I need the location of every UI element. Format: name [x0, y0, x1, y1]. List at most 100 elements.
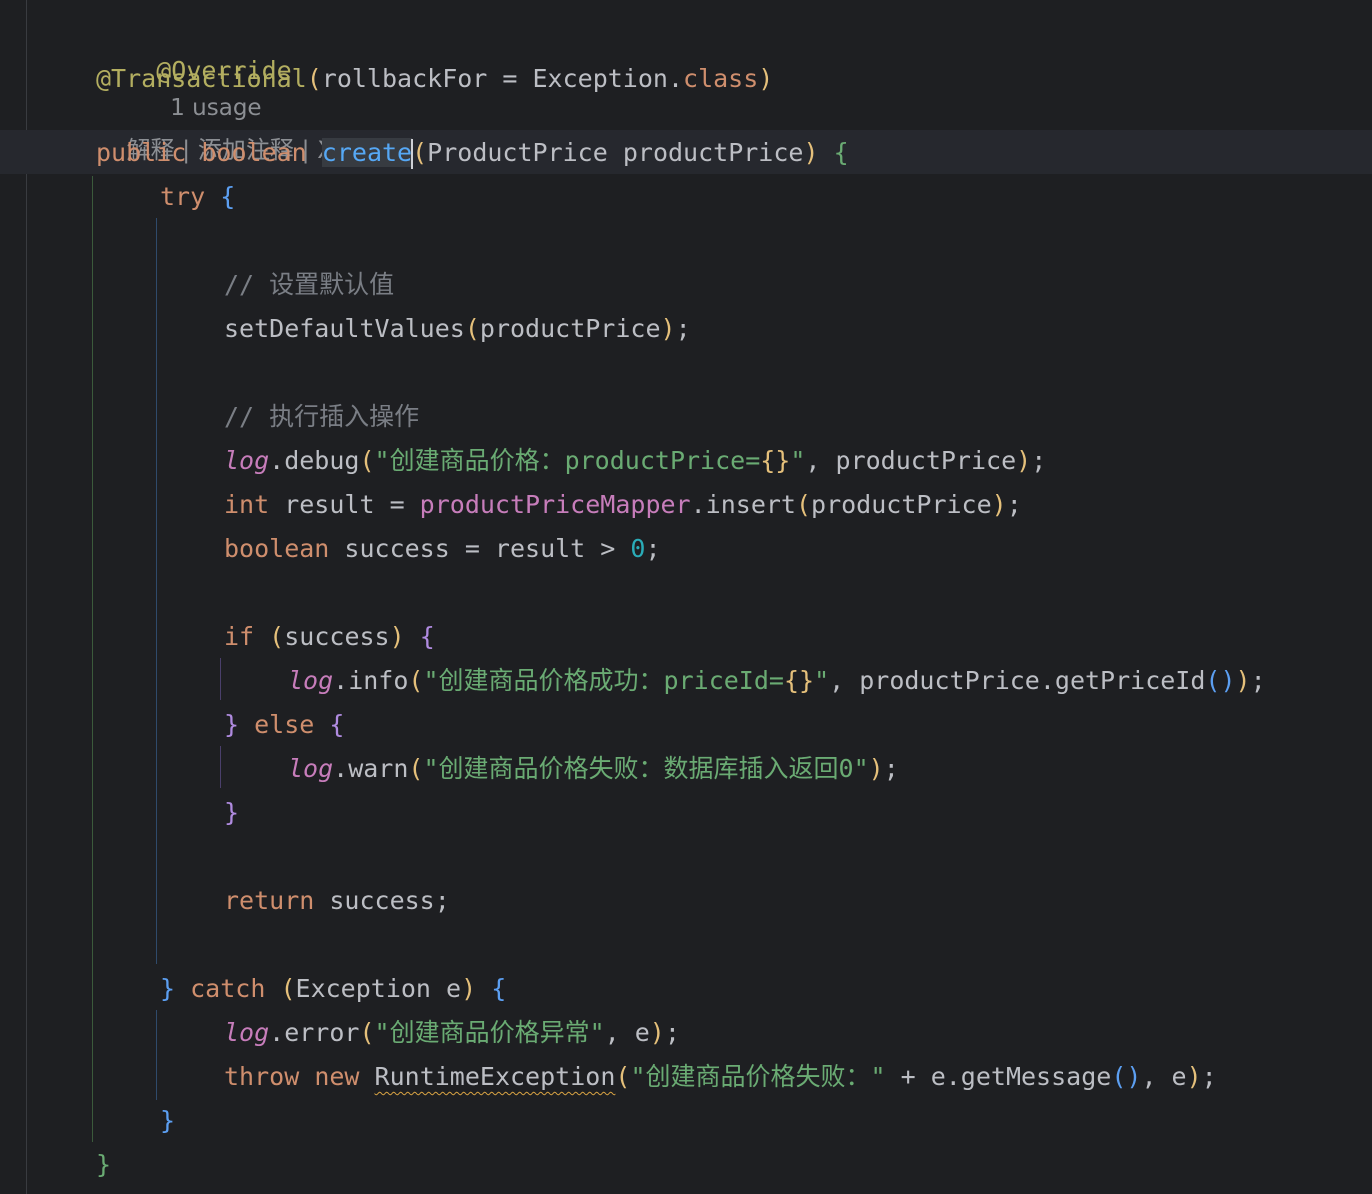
code-line-try[interactable]: try {: [160, 179, 235, 215]
keyword-catch: catch: [190, 974, 266, 1003]
paren: ): [758, 64, 774, 93]
code-line-comment-default[interactable]: // 设置默认值: [224, 267, 394, 303]
paren: ): [660, 314, 676, 343]
comment: // 执行插入操作: [224, 402, 420, 431]
code-line-override[interactable]: @Override 1 usage: [96, 17, 291, 121]
code-line-set-default[interactable]: setDefaultValues(productPrice);: [224, 311, 691, 347]
paren: (: [280, 974, 296, 1003]
condition: success: [284, 622, 390, 651]
argument: , productPrice: [805, 446, 1017, 475]
paren: ): [803, 138, 819, 167]
keyword-new: new: [314, 1062, 360, 1091]
semicolon: ;: [664, 1018, 680, 1047]
keyword-public: public: [96, 138, 187, 167]
semicolon: ;: [1031, 446, 1047, 475]
placeholder-braces: {}: [783, 666, 815, 695]
indent-guide-if: [220, 658, 221, 700]
paren: (: [412, 138, 428, 167]
ai-code-hint[interactable]: 解释 | 添加注释 | X: [96, 96, 334, 164]
method-call: .error: [269, 1018, 360, 1047]
string-literal: "创建商品价格异常": [374, 1018, 605, 1047]
annotation-transactional: @Transactional: [96, 64, 307, 93]
paren: ): [1235, 666, 1251, 695]
brace: }: [224, 710, 240, 739]
paren: (): [1111, 1062, 1142, 1091]
method-call: .debug: [269, 446, 360, 475]
expression: success = result >: [329, 534, 631, 563]
paren: (: [615, 1062, 631, 1091]
code-line-success[interactable]: boolean success = result > 0;: [224, 531, 661, 567]
code-line-close-method[interactable]: }: [96, 1147, 111, 1183]
brace: {: [833, 138, 849, 167]
indent-guide-else: [220, 746, 221, 788]
expression: + e.getMessage: [885, 1062, 1112, 1091]
method-call: setDefaultValues: [224, 314, 465, 343]
argument: , productPrice.getPriceId: [829, 666, 1206, 695]
semicolon: ;: [1201, 1062, 1217, 1091]
code-line-return[interactable]: return success;: [224, 883, 450, 919]
method-call: .warn: [333, 754, 409, 783]
log-field: log: [288, 666, 334, 695]
brace: }: [96, 1150, 112, 1179]
keyword-try: try: [160, 182, 206, 211]
code-line-close-catch[interactable]: }: [160, 1103, 175, 1139]
keyword-return: return: [224, 886, 315, 915]
keyword-throw: throw: [224, 1062, 300, 1091]
keyword-int: int: [224, 490, 270, 519]
placeholder-braces: {}: [760, 446, 791, 475]
indent-guide-method: [92, 176, 93, 1142]
code-editor[interactable]: @Override 1 usage @Transactional(rollbac…: [0, 0, 1372, 1194]
number-literal: 0: [630, 534, 646, 563]
code-line-comment-insert[interactable]: // 执行插入操作: [224, 399, 419, 435]
string-literal: "创建商品价格成功：priceId=: [423, 666, 784, 695]
code-line-else[interactable]: } else {: [224, 707, 344, 743]
catch-params: Exception e: [295, 974, 462, 1003]
semicolon: ;: [675, 314, 691, 343]
code-line-if[interactable]: if (success) {: [224, 619, 435, 655]
keyword-boolean: boolean: [201, 138, 307, 167]
code-line-throw[interactable]: throw new RuntimeException("创建商品价格失败：" +…: [224, 1059, 1217, 1095]
keyword-boolean: boolean: [224, 534, 330, 563]
argument: productPrice: [479, 314, 661, 343]
method-call: .insert: [690, 490, 796, 519]
semicolon: ;: [883, 754, 899, 783]
brace: {: [491, 974, 507, 1003]
paren: (: [359, 446, 375, 475]
paren: ): [389, 622, 405, 651]
paren: (: [408, 754, 424, 783]
mapper-field: productPriceMapper: [419, 490, 691, 519]
log-field: log: [224, 1018, 270, 1047]
code-line-log-warn[interactable]: log.warn("创建商品价格失败：数据库插入返回0");: [288, 751, 899, 787]
paren: (: [269, 622, 285, 651]
semicolon: ;: [645, 534, 661, 563]
code-line-catch[interactable]: } catch (Exception e) {: [160, 971, 506, 1007]
code-line-log-debug[interactable]: log.debug("创建商品价格：productPrice={}", prod…: [224, 443, 1046, 479]
argument: productPrice: [811, 490, 992, 519]
paren: ): [461, 974, 477, 1003]
runtime-exception-class[interactable]: RuntimeException: [375, 1062, 616, 1091]
string-end: ": [790, 446, 806, 475]
paren: (: [408, 666, 424, 695]
method-name-create[interactable]: create: [321, 138, 413, 167]
code-line-log-info[interactable]: log.info("创建商品价格成功：priceId={}", productP…: [288, 663, 1266, 699]
code-line-close-if[interactable]: }: [224, 795, 239, 831]
string-literal: "创建商品价格失败：数据库插入返回0": [423, 754, 869, 783]
keyword-else: else: [254, 710, 315, 739]
method-call: .info: [333, 666, 409, 695]
code-line-log-error[interactable]: log.error("创建商品价格异常", e);: [224, 1015, 680, 1051]
keyword-if: if: [224, 622, 255, 651]
paren: ): [649, 1018, 665, 1047]
paren: (: [359, 1018, 375, 1047]
brace: }: [160, 974, 176, 1003]
brace: {: [329, 710, 345, 739]
code-line-insert[interactable]: int result = productPriceMapper.insert(p…: [224, 487, 1022, 523]
semicolon: ;: [1006, 490, 1022, 519]
brace: {: [419, 622, 435, 651]
code-line-method-signature[interactable]: public boolean create(ProductPrice produ…: [96, 135, 849, 171]
paren: ): [1186, 1062, 1202, 1091]
paren: (: [464, 314, 480, 343]
paren: ): [991, 490, 1007, 519]
semicolon: ;: [1250, 666, 1266, 695]
code-line-transactional[interactable]: @Transactional(rollbackFor = Exception.c…: [96, 61, 773, 97]
paren: ): [1016, 446, 1032, 475]
